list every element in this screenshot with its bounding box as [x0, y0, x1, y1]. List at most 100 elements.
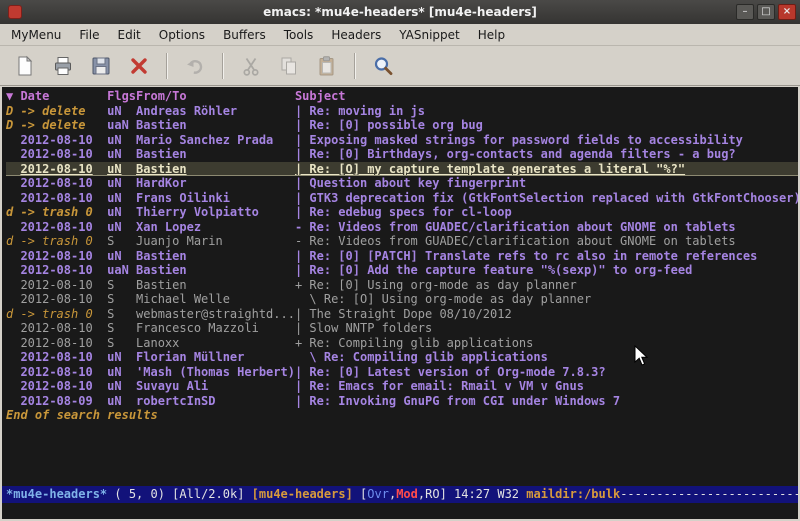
cell-from: Florian Müllner [136, 350, 295, 365]
cell-flags: uaN [107, 118, 136, 133]
new-file-icon[interactable] [10, 51, 40, 81]
cut-icon[interactable] [236, 51, 266, 81]
cell-subject: \ Re: Compiling glib applications [295, 350, 798, 365]
column-date[interactable]: Date [20, 89, 107, 104]
message-row[interactable]: 2012-08-10uNFlorian Müllner \ Re: Compil… [6, 350, 798, 365]
menu-yasnippet[interactable]: YASnippet [390, 26, 469, 44]
message-row[interactable]: 2012-08-09uNrobertcInSD| Re: Invoking Gn… [6, 394, 798, 409]
emacs-window: emacs: *mu4e-headers* [mu4e-headers] – □… [0, 0, 800, 521]
message-row[interactable]: d-> trash 0Swebmaster@straightd...| The … [6, 307, 798, 322]
cell-flags: uN [107, 104, 136, 119]
maximize-button[interactable]: □ [757, 4, 775, 20]
mu4e-headers-buffer[interactable]: ▼ Date Flgs From/To Subject D-> deleteuN… [2, 87, 798, 486]
message-row[interactable]: 2012-08-10uNBastien| Re: [0] Birthdays, … [6, 147, 798, 162]
cell-marker [6, 249, 20, 264]
print-icon[interactable] [48, 51, 78, 81]
cell-from: Mario Sanchez Prada [136, 133, 295, 148]
message-row[interactable]: 2012-08-10uaNBastien| Re: [0] Add the ca… [6, 263, 798, 278]
cell-from: HardKor [136, 176, 295, 191]
toolbar-separator [166, 53, 168, 79]
paste-icon[interactable] [312, 51, 342, 81]
modeline-segment: [ [353, 487, 367, 501]
cell-marker: D [6, 118, 20, 133]
message-row[interactable]: 2012-08-10uNHardKor| Question about key … [6, 176, 798, 191]
modeline-segment: ( 5, 0) [All/2.0k] [107, 487, 252, 501]
message-row[interactable]: 2012-08-10SBastien+ Re: [0] Using org-mo… [6, 278, 798, 293]
app-icon [8, 5, 22, 19]
cell-date: 2012-08-10 [20, 365, 107, 380]
cell-from: Thierry Volpiatto [136, 205, 295, 220]
message-row[interactable]: 2012-08-10uNXan Lopez- Re: Videos from G… [6, 220, 798, 235]
cell-date: -> trash 0 [20, 307, 107, 322]
message-row[interactable]: d-> trash 0SJuanjo Marin- Re: Videos fro… [6, 234, 798, 249]
message-row[interactable]: 2012-08-10SMichael Welle \ Re: [O] Using… [6, 292, 798, 307]
column-flags[interactable]: Flgs [107, 89, 136, 104]
cell-from: 'Mash (Thomas Herbert) [136, 365, 295, 380]
message-row[interactable]: d-> trash 0uNThierry Volpiatto| Re: edeb… [6, 205, 798, 220]
cell-date: 2012-08-10 [20, 379, 107, 394]
cell-date: -> delete [20, 104, 107, 119]
end-of-results: End of search results [6, 408, 798, 423]
column-subject[interactable]: Subject [295, 89, 798, 104]
message-row[interactable]: 2012-08-10SLanoxx+ Re: Compiling glib ap… [6, 336, 798, 351]
kill-buffer-icon[interactable] [124, 51, 154, 81]
menu-options[interactable]: Options [150, 26, 214, 44]
menu-tools[interactable]: Tools [275, 26, 323, 44]
message-row[interactable]: D-> deleteuNAndreas Röhler| Re: moving i… [6, 104, 798, 119]
cell-from: robertcInSD [136, 394, 295, 409]
echo-area[interactable] [2, 503, 798, 519]
message-row[interactable]: 2012-08-10uNBastien| Re: [0] [PATCH] Tra… [6, 249, 798, 264]
cell-from: Andreas Röhler [136, 104, 295, 119]
message-row[interactable]: 2012-08-10uNSuvayu Ali| Re: Emacs for em… [6, 379, 798, 394]
undo-icon[interactable] [180, 51, 210, 81]
cell-date: 2012-08-09 [20, 394, 107, 409]
cell-subject: | Exposing masked strings for password f… [295, 133, 798, 148]
save-buffer-icon[interactable] [86, 51, 116, 81]
cell-flags: S [107, 307, 136, 322]
cell-marker [6, 321, 20, 336]
cell-marker: d [6, 234, 20, 249]
cell-date: 2012-08-10 [20, 191, 107, 206]
cell-marker [6, 162, 20, 176]
mode-line[interactable]: *mu4e-headers* ( 5, 0) [All/2.0k] [mu4e-… [2, 486, 798, 503]
cell-date: -> trash 0 [20, 234, 107, 249]
cell-subject: | Re: [0] Add the capture feature "%(sex… [295, 263, 798, 278]
cell-from: Michael Welle [136, 292, 295, 307]
menu-buffers[interactable]: Buffers [214, 26, 275, 44]
cell-marker [6, 350, 20, 365]
menu-file[interactable]: File [70, 26, 108, 44]
minimize-button[interactable]: – [736, 4, 754, 20]
cell-from: Bastien [136, 118, 295, 133]
window-title: emacs: *mu4e-headers* [mu4e-headers] [0, 5, 800, 19]
buffer-frame: ▼ Date Flgs From/To Subject D-> deleteuN… [0, 86, 800, 521]
headers-list: D-> deleteuNAndreas Röhler| Re: moving i… [6, 104, 798, 409]
cell-subject: + Re: [0] Using org-mode as day planner [295, 278, 798, 293]
message-row[interactable]: 2012-08-10uNBastien| Re: [O] my capture … [6, 162, 798, 177]
cell-flags: S [107, 278, 136, 293]
menu-help[interactable]: Help [469, 26, 514, 44]
sort-indicator-icon[interactable]: ▼ [6, 89, 20, 104]
menu-mymenu[interactable]: MyMenu [2, 26, 70, 44]
message-row[interactable]: 2012-08-10uNMario Sanchez Prada| Exposin… [6, 133, 798, 148]
cell-flags: uN [107, 133, 136, 148]
column-from[interactable]: From/To [136, 89, 295, 104]
message-row[interactable]: 2012-08-10SFrancesco Mazzoli| Slow NNTP … [6, 321, 798, 336]
copy-icon[interactable] [274, 51, 304, 81]
cell-from: webmaster@straightd... [136, 307, 295, 322]
cell-flags: uN [107, 191, 136, 206]
cell-marker [6, 292, 20, 307]
cell-marker [6, 263, 20, 278]
menu-edit[interactable]: Edit [109, 26, 150, 44]
cell-from: Lanoxx [136, 336, 295, 351]
cell-date: 2012-08-10 [20, 278, 107, 293]
message-row[interactable]: 2012-08-10uNFrans Oilinki| GTK3 deprecat… [6, 191, 798, 206]
search-icon[interactable] [368, 51, 398, 81]
cell-date: 2012-08-10 [20, 220, 107, 235]
menu-headers[interactable]: Headers [322, 26, 390, 44]
close-button[interactable]: × [778, 4, 796, 20]
message-row[interactable]: 2012-08-10uN'Mash (Thomas Herbert)| Re: … [6, 365, 798, 380]
modeline-segment: Mod [396, 487, 418, 501]
header-line[interactable]: ▼ Date Flgs From/To Subject [6, 89, 798, 104]
message-row[interactable]: D-> deleteuaNBastien| Re: [0] possible o… [6, 118, 798, 133]
modeline-segment: [mu4e-headers] [252, 487, 353, 501]
